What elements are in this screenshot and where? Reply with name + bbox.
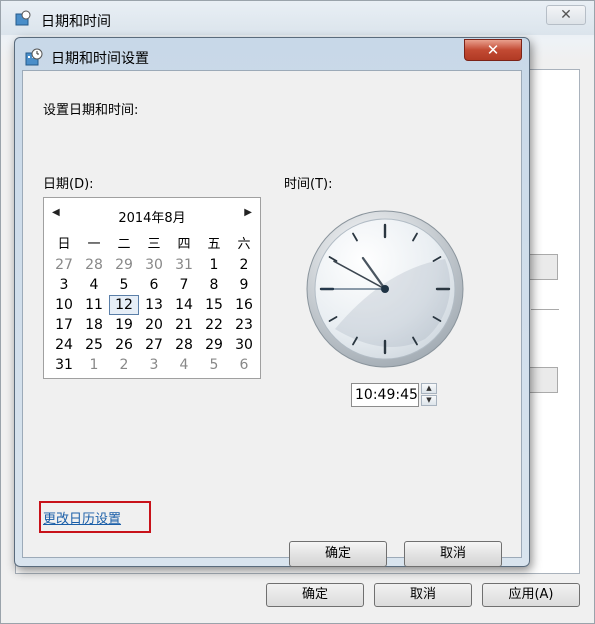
- weekday-header: 二: [117, 237, 131, 252]
- calendar-day[interactable]: 6: [139, 275, 169, 295]
- date-time-icon: [25, 48, 43, 66]
- dialog-body: 设置日期和时间: 日期(D): 时间(T): ◀ 2014年8月 ▶ 日一二三四…: [22, 70, 522, 567]
- calendar-day[interactable]: 4: [169, 355, 199, 375]
- parent-hidden-button[interactable]: [528, 367, 558, 393]
- date-time-icon: [15, 10, 31, 26]
- calendar-day[interactable]: 17: [49, 315, 79, 335]
- parent-hidden-button[interactable]: [528, 254, 558, 280]
- time-input[interactable]: 10:49:45: [351, 383, 419, 407]
- calendar-day[interactable]: 6: [229, 355, 259, 375]
- calendar-day[interactable]: 13: [139, 295, 169, 315]
- date-label: 日期(D):: [43, 177, 94, 192]
- weekday-header: 六: [237, 237, 251, 252]
- parent-cancel-button[interactable]: 取消: [374, 583, 472, 607]
- parent-ok-button[interactable]: 确定: [266, 583, 364, 607]
- calendar-day[interactable]: 27: [139, 335, 169, 355]
- time-spin-up-button[interactable]: ▲: [421, 383, 437, 394]
- calendar-day[interactable]: 20: [139, 315, 169, 335]
- calendar-day[interactable]: 19: [109, 315, 139, 335]
- calendar-day[interactable]: 5: [199, 355, 229, 375]
- calendar-day[interactable]: 1: [199, 255, 229, 275]
- weekday-header: 日: [57, 237, 71, 252]
- change-calendar-settings-link[interactable]: 更改日历设置: [43, 508, 121, 527]
- calendar-day[interactable]: 5: [109, 275, 139, 295]
- weekday-header: 三: [147, 237, 161, 252]
- calendar-day[interactable]: 2: [229, 255, 259, 275]
- calendar-day[interactable]: 26: [109, 335, 139, 355]
- calendar-month-title[interactable]: 2014年8月: [44, 207, 260, 226]
- calendar-day[interactable]: 27: [49, 255, 79, 275]
- calendar-day[interactable]: 24: [49, 335, 79, 355]
- dialog-title: 日期和时间设置: [51, 51, 149, 67]
- calendar-day[interactable]: 16: [229, 295, 259, 315]
- calendar-day[interactable]: 11: [79, 295, 109, 315]
- calendar-day[interactable]: 28: [79, 255, 109, 275]
- calendar-day[interactable]: 31: [49, 355, 79, 375]
- weekday-header: 一: [87, 237, 101, 252]
- next-month-button[interactable]: ▶: [244, 207, 252, 218]
- calendar-day[interactable]: 7: [169, 275, 199, 295]
- analog-clock: [306, 210, 464, 368]
- parent-window-title: 日期和时间: [41, 14, 111, 30]
- clock-center-pin: [381, 285, 389, 293]
- cancel-button[interactable]: 取消: [404, 541, 502, 567]
- heading-label: 设置日期和时间:: [43, 103, 139, 118]
- parent-apply-button[interactable]: 应用(A): [482, 583, 580, 607]
- calendar-day[interactable]: 30: [229, 335, 259, 355]
- time-label: 时间(T):: [284, 177, 333, 192]
- calendar-day[interactable]: 31: [169, 255, 199, 275]
- parent-titlebar: 日期和时间 ✕: [1, 1, 594, 35]
- calendar-day[interactable]: 18: [79, 315, 109, 335]
- weekday-header: 四: [177, 237, 191, 252]
- calendar-day[interactable]: 2: [109, 355, 139, 375]
- calendar-day[interactable]: 14: [169, 295, 199, 315]
- calendar-day[interactable]: 12: [109, 295, 139, 315]
- parent-close-button[interactable]: ✕: [546, 5, 586, 25]
- calendar-day[interactable]: 10: [49, 295, 79, 315]
- calendar-grid: 日一二三四五六 27 28 29 30 31 1 2 3 4 5 6 7 8 9 10 11 12 13 14 15 16…: [49, 235, 259, 375]
- calendar-day[interactable]: 9: [229, 275, 259, 295]
- calendar-day[interactable]: 29: [199, 335, 229, 355]
- calendar-day[interactable]: 23: [229, 315, 259, 335]
- calendar-day[interactable]: 28: [169, 335, 199, 355]
- calendar-day[interactable]: 3: [49, 275, 79, 295]
- dialog-close-button[interactable]: ✕: [464, 39, 522, 61]
- ok-button[interactable]: 确定: [289, 541, 387, 567]
- calendar-day[interactable]: 30: [139, 255, 169, 275]
- time-spin-down-button[interactable]: ▼: [421, 395, 437, 406]
- calendar-day[interactable]: 1: [79, 355, 109, 375]
- calendar-day[interactable]: 3: [139, 355, 169, 375]
- calendar: ◀ 2014年8月 ▶ 日一二三四五六 27 28 29 30 31 1 2 3 4 5 6 7 8 9 10…: [43, 197, 261, 379]
- calendar-day[interactable]: 22: [199, 315, 229, 335]
- date-time-settings-dialog: 日期和时间设置 ✕ 设置日期和时间: 日期(D): 时间(T): ◀ 2014年…: [14, 37, 530, 567]
- calendar-day[interactable]: 15: [199, 295, 229, 315]
- calendar-day[interactable]: 21: [169, 315, 199, 335]
- calendar-day[interactable]: 25: [79, 335, 109, 355]
- calendar-day[interactable]: 29: [109, 255, 139, 275]
- calendar-day[interactable]: 8: [199, 275, 229, 295]
- calendar-day[interactable]: 4: [79, 275, 109, 295]
- weekday-header: 五: [207, 237, 221, 252]
- divider: [531, 309, 559, 310]
